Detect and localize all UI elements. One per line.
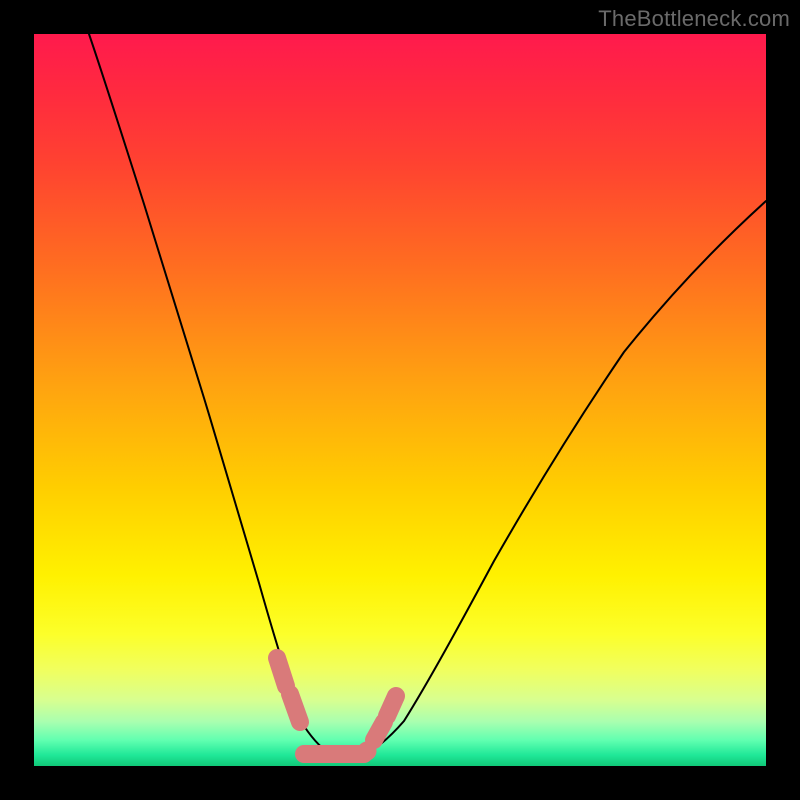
plot-frame [34,34,766,766]
curve-plot [34,34,766,766]
pink-elbow-dot [358,742,376,760]
right-curve [354,201,766,758]
watermark-text: TheBottleneck.com [598,6,790,32]
pink-left-caps [277,658,300,722]
left-curve [89,34,354,758]
pink-markers [277,658,396,760]
